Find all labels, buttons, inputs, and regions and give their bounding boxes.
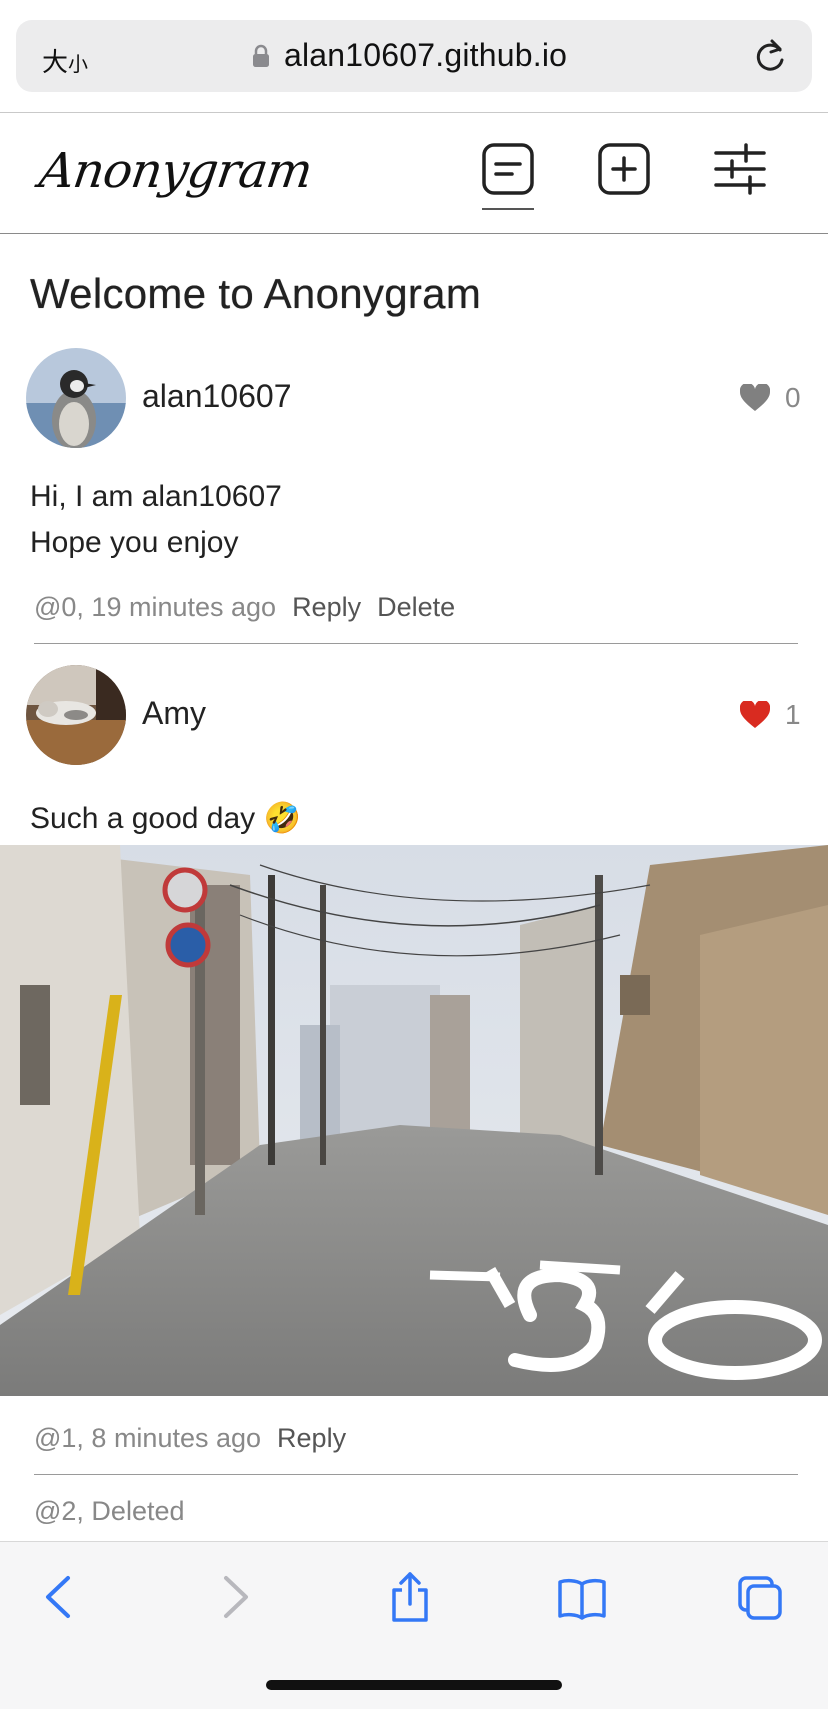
share-icon[interactable] (386, 1572, 434, 1622)
lock-icon (253, 44, 269, 67)
address-bar[interactable]: 大小 alan10607.github.io (16, 20, 812, 92)
post-line: Such a good day 🤣 (30, 802, 301, 835)
divider (34, 1474, 798, 1475)
active-tab-indicator (482, 208, 534, 210)
tabs-icon[interactable] (736, 1572, 784, 1622)
back-chevron-left-icon[interactable] (34, 1572, 82, 1622)
cat-avatar-image (26, 665, 126, 765)
divider (34, 643, 798, 644)
post-username[interactable]: alan10607 (142, 378, 291, 415)
new-post-icon[interactable] (596, 141, 652, 197)
page-title: Welcome to Anonygram (30, 270, 482, 317)
post-line: Hi, I am alan10607 (30, 480, 282, 513)
app-header: Anonygram (0, 113, 828, 234)
reply-button[interactable]: Reply (277, 1423, 346, 1453)
heart-icon[interactable] (740, 701, 770, 729)
text-size-label-large: 大 (42, 47, 69, 77)
text-size-label-small: 小 (68, 54, 89, 76)
text-size-button[interactable]: 大小 (42, 42, 88, 79)
app-logo[interactable]: Anonygram (36, 143, 315, 199)
heart-icon[interactable] (740, 384, 770, 412)
forward-chevron-right-icon[interactable] (212, 1572, 260, 1622)
street-photo-image (0, 845, 828, 1396)
browser-address-bar-area: 大小 alan10607.github.io (0, 0, 828, 113)
feed-icon[interactable] (480, 141, 536, 197)
like-count: 0 (785, 382, 801, 413)
penguin-avatar-image (26, 348, 126, 448)
url-text[interactable]: alan10607.github.io (284, 37, 567, 74)
post-username[interactable]: Amy (142, 695, 206, 732)
post-meta-text: @0, 19 minutes ago (34, 592, 277, 622)
delete-button[interactable]: Delete (377, 592, 455, 622)
reload-icon[interactable] (752, 36, 788, 76)
bookmarks-book-icon[interactable] (558, 1572, 606, 1622)
post-meta: @1, 8 minutes ago Reply (34, 1423, 346, 1454)
home-indicator (266, 1680, 562, 1690)
post-line: Hope you enjoy (30, 526, 239, 559)
post-photo-street[interactable] (0, 845, 828, 1396)
avatar-penguin[interactable] (26, 348, 126, 448)
post-body: Hi, I am alan10607 Hope you enjoy (30, 474, 282, 566)
settings-sliders-icon[interactable] (712, 141, 768, 197)
reply-button[interactable]: Reply (292, 592, 361, 622)
post-meta-text: @1, 8 minutes ago (34, 1423, 262, 1453)
like-count: 1 (785, 699, 801, 730)
deleted-post-meta: @2, Deleted (34, 1496, 185, 1526)
post-meta: @0, 19 minutes ago Reply Delete (34, 592, 455, 623)
post-body: Such a good day 🤣 (30, 796, 301, 842)
avatar-cat[interactable] (26, 665, 126, 765)
